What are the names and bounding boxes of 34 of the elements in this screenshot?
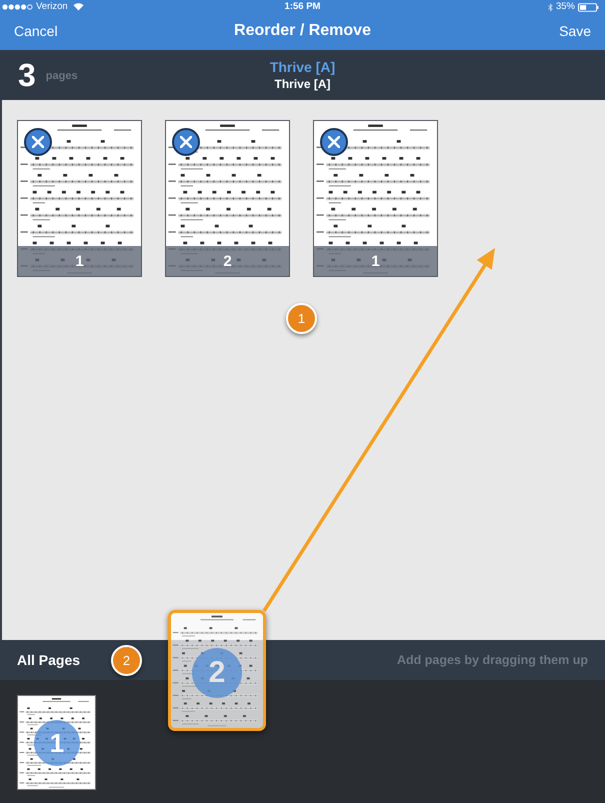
battery-icon [578,2,599,12]
carrier-name: Verizon [36,2,68,12]
page-number: 1 [75,254,84,268]
remove-button[interactable] [320,128,348,156]
page-thumbnail[interactable]: 1 [17,120,142,277]
drag-hint: Add pages by dragging them up [397,652,588,669]
song-title: Thrive [A] [270,60,336,74]
page-number: 1 [371,254,380,268]
clock-time: 1:56 PM [284,2,322,12]
dragged-page-thumbnail[interactable]: 2 [168,610,266,731]
page-count-label: pages [46,71,78,82]
page-thumbnail[interactable]: 2 [165,120,290,277]
close-icon [328,136,340,148]
signal-icon [2,4,33,10]
battery-percent: 35% [556,2,575,12]
page-number-badge: 1 [34,720,80,766]
screen-title: Reorder / Remove [234,21,371,41]
page-thumbnail[interactable]: 1 [313,120,438,277]
save-button[interactable]: Save [491,20,591,42]
wifi-icon [72,3,84,11]
cancel-button[interactable]: Cancel [14,20,114,42]
section-title: All Pages [17,650,80,670]
bluetooth-icon [548,2,553,12]
remove-button[interactable] [24,128,52,156]
page-number-badge: 2 [192,648,242,698]
page-thumbnail[interactable]: 1 [17,695,96,790]
page-count: 3 [18,59,36,91]
close-icon [32,136,44,148]
remove-button[interactable] [172,128,200,156]
close-icon [180,136,192,148]
page-number: 2 [223,254,232,268]
callout-marker: 2 [111,644,142,676]
song-subtitle: Thrive [A] [274,78,330,90]
callout-marker: 1 [286,303,317,334]
